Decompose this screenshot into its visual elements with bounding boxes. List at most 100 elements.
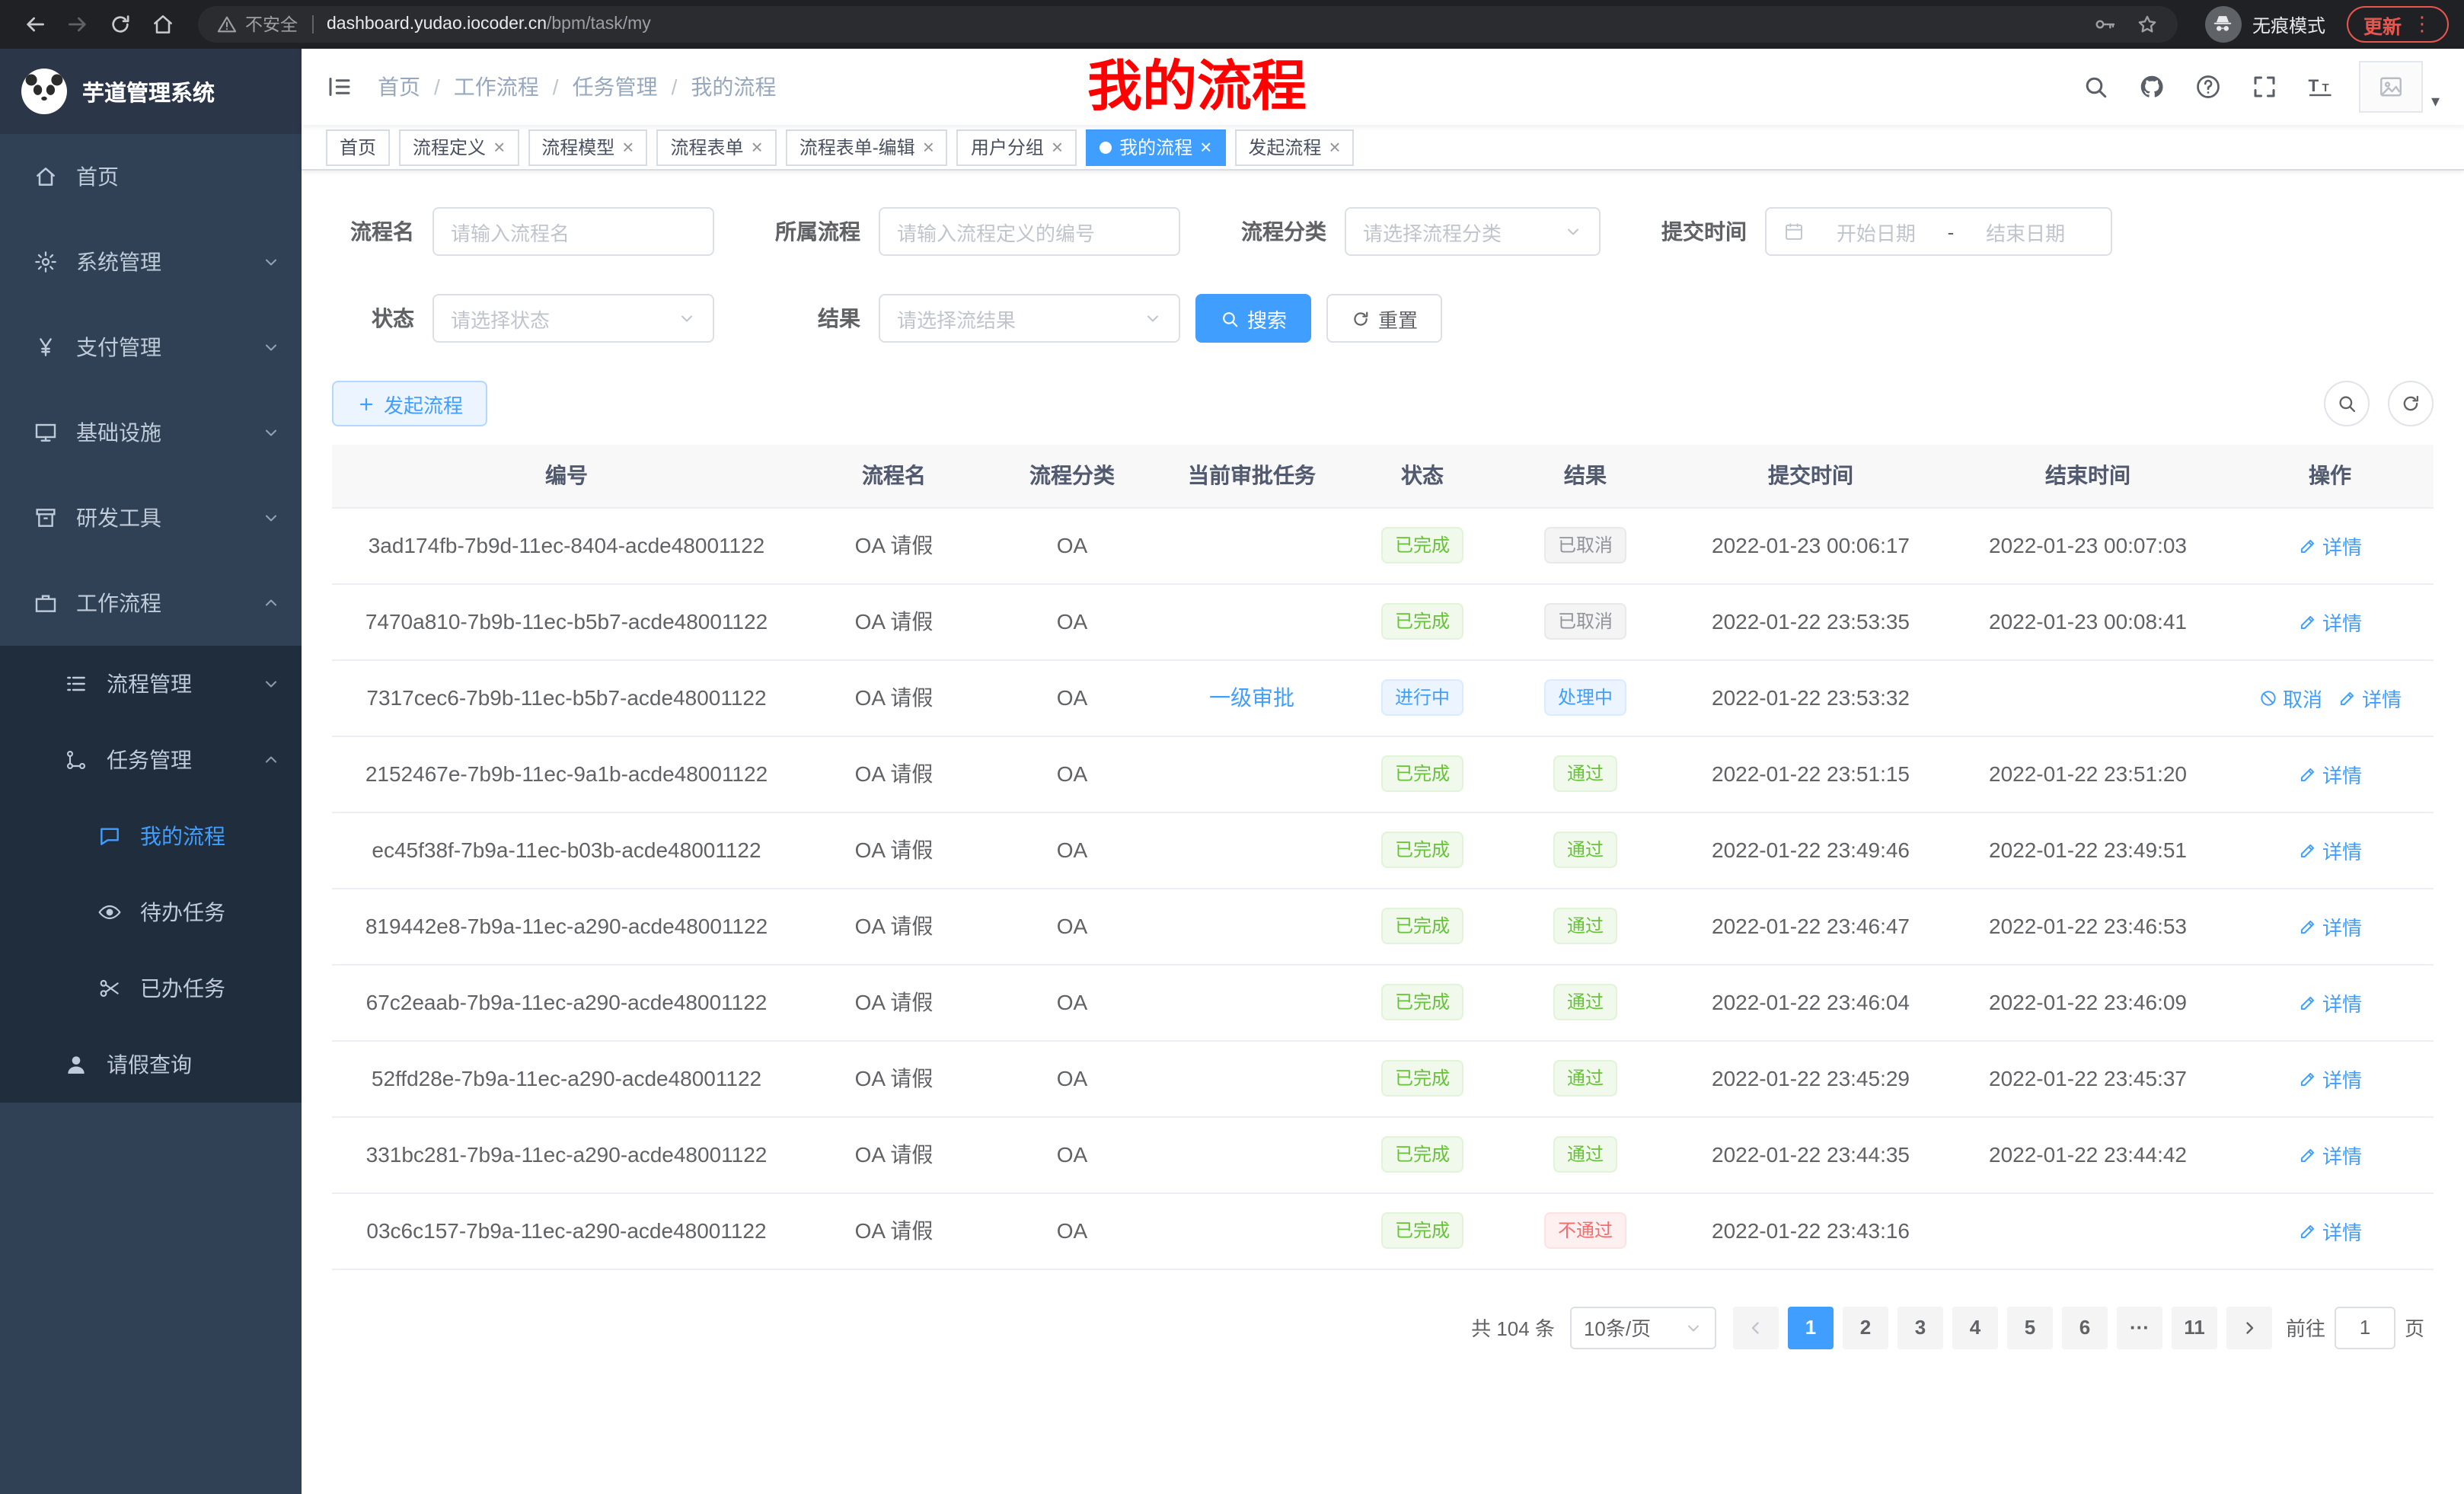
detail-action-link[interactable]: 详情	[2298, 1216, 2362, 1245]
refresh-table-button[interactable]	[2388, 381, 2434, 426]
next-page-button[interactable]	[2226, 1306, 2272, 1349]
cell-process-name: OA 请假	[801, 736, 987, 812]
cell-actions: 详情	[2226, 888, 2434, 964]
close-icon[interactable]: ×	[493, 137, 505, 157]
user-avatar[interactable]: ▾	[2360, 61, 2440, 113]
sidebar-item-process-management[interactable]: 流程管理	[0, 646, 302, 722]
refresh-icon[interactable]	[101, 5, 140, 44]
breadcrumb-separator: /	[672, 75, 678, 99]
breadcrumb-item[interactable]: 任务管理	[573, 72, 658, 102]
sidebar-item-leave-query[interactable]: 请假查询	[0, 1026, 302, 1103]
key-icon[interactable]	[2092, 12, 2117, 37]
edit-icon	[2298, 916, 2318, 936]
sidebar-item-system-management[interactable]: 系统管理	[0, 219, 302, 305]
result-tag: 通过	[1553, 1136, 1617, 1173]
result-tag: 已取消	[1544, 527, 1626, 563]
edit-icon	[2338, 688, 2357, 707]
page-button-2[interactable]: 2	[1843, 1306, 1888, 1349]
cancel-action-link[interactable]: 取消	[2258, 683, 2322, 712]
page-button-1[interactable]: 1	[1788, 1306, 1834, 1349]
sidebar-item-task-management[interactable]: 任务管理	[0, 722, 302, 798]
more-pages-button[interactable]: ···	[2117, 1306, 2162, 1349]
page-button-3[interactable]: 3	[1897, 1306, 1943, 1349]
process-name-input[interactable]: 请输入流程名	[432, 207, 714, 256]
tab-process-model[interactable]: 流程模型×	[528, 129, 647, 165]
close-icon[interactable]: ×	[923, 137, 934, 157]
main-area: 首页/工作流程/任务管理/我的流程 我的流程 TT ▾ 首页流程定义×流程模型×…	[302, 49, 2464, 1494]
sidebar: 芋道管理系统 首页系统管理支付管理基础设施研发工具工作流程流程管理任务管理我的流…	[0, 49, 302, 1494]
tab-start-process[interactable]: 发起流程×	[1234, 129, 1354, 165]
breadcrumb-item[interactable]: 我的流程	[691, 72, 776, 102]
sidebar-item-home[interactable]: 首页	[0, 134, 302, 219]
jump-page-input[interactable]: 1	[2335, 1306, 2395, 1349]
tab-home[interactable]: 首页	[326, 129, 390, 165]
search-icon[interactable]	[2083, 73, 2110, 101]
detail-action-link[interactable]: 详情	[2298, 759, 2362, 788]
toggle-search-button[interactable]	[2324, 381, 2370, 426]
prev-page-button[interactable]	[1733, 1306, 1779, 1349]
detail-action-link[interactable]: 详情	[2298, 1140, 2362, 1169]
address-bar[interactable]: 不安全 dashboard.yudao.iocoder.cn/bpm/task/…	[198, 6, 2178, 43]
detail-action-link[interactable]: 详情	[2338, 683, 2402, 712]
app-logo[interactable]: 芋道管理系统	[0, 49, 302, 134]
tab-process-form-edit[interactable]: 流程表单-编辑×	[786, 129, 948, 165]
breadcrumb-separator: /	[553, 75, 559, 99]
star-icon[interactable]	[2135, 12, 2159, 37]
home-icon[interactable]	[143, 5, 183, 44]
status-select[interactable]: 请选择状态	[432, 294, 714, 343]
github-icon[interactable]	[2139, 73, 2166, 101]
font-size-icon[interactable]: TT	[2308, 73, 2335, 101]
page-button-4[interactable]: 4	[1952, 1306, 1998, 1349]
create-process-button[interactable]: 发起流程	[332, 381, 487, 426]
briefcase-icon	[34, 591, 58, 615]
tab-process-definition[interactable]: 流程定义×	[399, 129, 519, 165]
tab-process-form[interactable]: 流程表单×	[656, 129, 776, 165]
close-icon[interactable]: ×	[622, 137, 634, 157]
submit-time-range-picker[interactable]: 开始日期 - 结束日期	[1765, 207, 2112, 256]
detail-action-link[interactable]: 详情	[2298, 1064, 2362, 1093]
forward-icon[interactable]	[58, 5, 97, 44]
process-definition-input[interactable]: 请输入流程定义的编号	[879, 207, 1180, 256]
detail-action-link[interactable]: 详情	[2298, 607, 2362, 636]
tab-user-group[interactable]: 用户分组×	[957, 129, 1077, 165]
eye-icon	[97, 900, 122, 924]
back-icon[interactable]	[15, 5, 55, 44]
forward-icon	[65, 12, 90, 37]
page-button-5[interactable]: 5	[2007, 1306, 2053, 1349]
close-icon[interactable]: ×	[1329, 137, 1340, 157]
detail-action-link[interactable]: 详情	[2298, 835, 2362, 864]
detail-action-link[interactable]: 详情	[2298, 531, 2362, 560]
close-icon[interactable]: ×	[752, 137, 763, 157]
page-button-11[interactable]: 11	[2172, 1306, 2217, 1349]
page-size-select[interactable]: 10条/页	[1570, 1306, 1716, 1349]
edit-icon	[2298, 1144, 2318, 1164]
update-button[interactable]: 更新 ⋮	[2347, 6, 2449, 43]
breadcrumb-item[interactable]: 工作流程	[454, 72, 539, 102]
sidebar-item-todo-tasks[interactable]: 待办任务	[0, 874, 302, 950]
result-select[interactable]: 请选择流结果	[879, 294, 1180, 343]
status-tag: 已完成	[1381, 603, 1463, 640]
hamburger-icon[interactable]	[326, 73, 353, 101]
cell-id: 2152467e-7b9b-11ec-9a1b-acde48001122	[332, 736, 801, 812]
search-button[interactable]: 搜索	[1195, 294, 1311, 343]
close-icon[interactable]: ×	[1200, 137, 1211, 157]
result-tag: 处理中	[1544, 679, 1626, 716]
sidebar-item-infrastructure[interactable]: 基础设施	[0, 390, 302, 475]
detail-action-link[interactable]: 详情	[2298, 988, 2362, 1017]
tab-my-process[interactable]: 我的流程×	[1086, 129, 1225, 165]
detail-action-link[interactable]: 详情	[2298, 911, 2362, 940]
breadcrumb-item[interactable]: 首页	[378, 72, 420, 102]
sidebar-item-my-process[interactable]: 我的流程	[0, 798, 302, 874]
fullscreen-icon[interactable]	[2252, 73, 2279, 101]
category-select[interactable]: 请选择流程分类	[1345, 207, 1601, 256]
sidebar-item-done-tasks[interactable]: 已办任务	[0, 950, 302, 1026]
current-task-link[interactable]: 一级审批	[1209, 685, 1294, 710]
page-button-6[interactable]: 6	[2062, 1306, 2108, 1349]
sidebar-item-payment-management[interactable]: 支付管理	[0, 305, 302, 390]
close-icon[interactable]: ×	[1052, 137, 1063, 157]
sidebar-item-dev-tools[interactable]: 研发工具	[0, 475, 302, 560]
reset-button[interactable]: 重置	[1326, 294, 1442, 343]
help-icon[interactable]	[2195, 73, 2223, 101]
sidebar-item-workflow[interactable]: 工作流程	[0, 560, 302, 646]
refresh-icon	[2400, 393, 2421, 414]
